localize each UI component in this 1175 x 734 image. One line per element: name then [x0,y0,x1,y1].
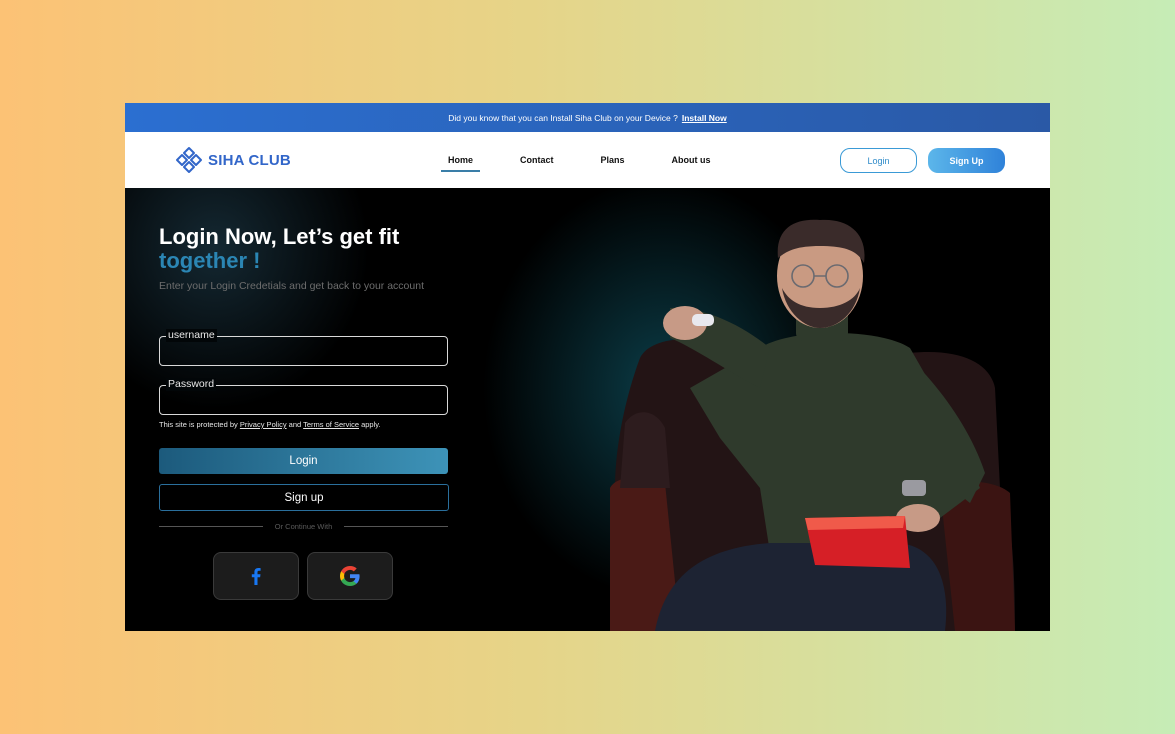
continue-with-divider: Or Continue With [159,521,448,531]
password-label: Password [166,378,217,391]
legal-prefix: This site is protected by [159,420,238,429]
hero-photo [610,219,1015,631]
nav-plans[interactable]: Plans [594,155,632,165]
hero-subtitle: Enter your Login Credetials and get back… [159,280,424,292]
banner-text: Did you know that you can Install Siha C… [448,112,678,123]
hero-title: Login Now, Let’s get fit [159,224,400,249]
hero-title-highlight: together ! [159,248,261,273]
google-login-button[interactable] [307,552,393,600]
login-hero: Login Now, Let’s get fit together ! Ente… [125,188,1050,631]
header-login-button[interactable]: Login [840,148,917,173]
facebook-login-button[interactable] [213,552,299,600]
nav-links: Home Contact Plans About us [441,132,751,188]
brand-name: SIHA CLUB [208,151,291,169]
header-signup-button[interactable]: Sign Up [928,148,1005,173]
brand-logo[interactable]: SIHA CLUB [175,146,291,174]
top-navbar: SIHA CLUB Home Contact Plans About us Lo… [125,132,1050,188]
page-frame: Did you know that you can Install Siha C… [125,103,1050,631]
login-button[interactable]: Login [159,448,448,474]
install-banner: Did you know that you can Install Siha C… [125,103,1050,132]
facebook-icon [251,568,261,585]
nav-about-us[interactable]: About us [665,155,718,165]
password-field: Password [159,378,448,415]
privacy-policy-link[interactable]: Privacy Policy [240,420,287,429]
terms-of-service-link[interactable]: Terms of Service [303,420,359,429]
nav-contact[interactable]: Contact [513,155,561,165]
install-now-link[interactable]: Install Now [682,113,727,123]
legal-suffix: apply. [361,420,381,429]
divider-line-left [159,525,263,527]
divider-text: Or Continue With [274,521,333,531]
username-label: username [166,329,217,342]
legal-and: and [288,420,302,429]
username-field: username [159,329,448,366]
signup-button[interactable]: Sign up [159,484,449,511]
logo-icon [176,147,202,173]
google-icon [340,566,360,586]
nav-home[interactable]: Home [441,155,481,172]
legal-notice: This site is protected by Privacy Policy… [159,420,381,429]
divider-line-right [344,525,448,527]
